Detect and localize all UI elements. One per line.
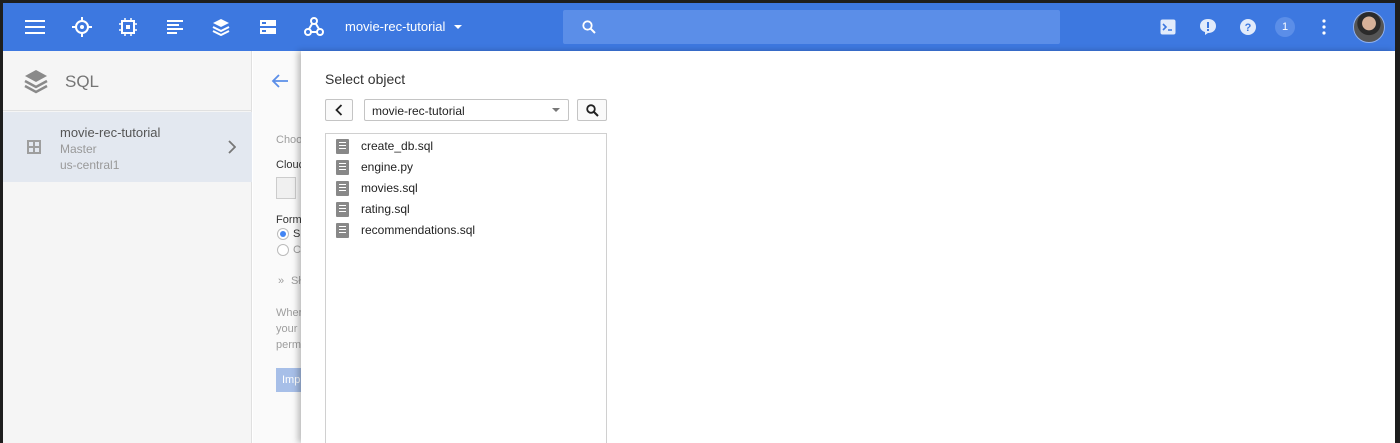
back-button[interactable] <box>325 99 353 121</box>
file-icon <box>336 223 349 238</box>
instance-icon <box>27 140 41 159</box>
arrow-back-icon[interactable] <box>271 73 289 94</box>
file-name: recommendations.sql <box>361 223 476 237</box>
chevron-down-icon[interactable] <box>454 25 462 29</box>
terminal-icon[interactable] <box>1156 15 1180 39</box>
choose-label: Choo <box>276 134 301 146</box>
show-options-label[interactable]: Sł <box>291 275 301 287</box>
sidebar: SQL movie-rec-tutorial Master us-central… <box>3 51 252 443</box>
search-input[interactable] <box>563 10 1060 44</box>
instance-region: us-central1 <box>60 158 120 172</box>
dropdown-caret-icon <box>552 108 560 112</box>
avatar[interactable] <box>1353 11 1385 43</box>
select-object-dialog: Select object movie-rec-tutorial create_… <box>301 51 1395 443</box>
help-text-line-3: perm <box>276 339 301 351</box>
help-text-line-1: Wher <box>276 307 301 319</box>
more-icon[interactable] <box>1312 15 1336 39</box>
storage-icon[interactable] <box>256 15 280 39</box>
file-icon <box>336 202 349 217</box>
file-name: rating.sql <box>361 202 410 216</box>
help-icon[interactable]: ? <box>1236 15 1260 39</box>
list-icon[interactable] <box>163 15 187 39</box>
page-content: SQL movie-rec-tutorial Master us-central… <box>3 51 1395 443</box>
find-button[interactable] <box>577 99 607 121</box>
sql-stack-icon <box>23 68 49 99</box>
format-option-csv: C <box>293 244 301 256</box>
file-icon <box>336 160 349 175</box>
bucket-select[interactable]: movie-rec-tutorial <box>364 99 569 121</box>
file-list: create_db.sql engine.py movies.sql ratin… <box>325 133 607 443</box>
format-label: Form <box>276 214 301 226</box>
show-options-chevron-icon[interactable]: » <box>278 275 284 287</box>
network-icon[interactable] <box>302 15 326 39</box>
menu-icon[interactable] <box>23 15 47 39</box>
list-item[interactable]: engine.py <box>326 157 606 178</box>
cloud-label: Clouc <box>276 159 301 171</box>
list-item[interactable]: recommendations.sql <box>326 220 606 241</box>
file-icon <box>336 139 349 154</box>
dashboard-icon[interactable] <box>70 15 94 39</box>
format-radio-csv[interactable] <box>277 244 289 256</box>
project-selector[interactable]: movie-rec-tutorial <box>345 19 445 34</box>
file-name: engine.py <box>361 160 414 174</box>
top-app-bar: movie-rec-tutorial ? 1 <box>3 3 1395 51</box>
file-name: create_db.sql <box>361 139 434 153</box>
cloud-path-input[interactable] <box>276 177 296 199</box>
format-radio-sql[interactable] <box>277 228 289 240</box>
file-name: movies.sql <box>361 181 418 195</box>
import-button[interactable]: Imp <box>276 368 301 392</box>
chevron-right-icon[interactable] <box>228 140 237 159</box>
file-icon <box>336 181 349 196</box>
instance-name: movie-rec-tutorial <box>60 125 161 140</box>
search-icon <box>577 15 601 39</box>
help-text-line-2: your <box>276 323 298 335</box>
list-item[interactable]: rating.sql <box>326 199 606 220</box>
list-item[interactable]: create_db.sql <box>326 136 606 157</box>
compute-icon[interactable] <box>116 15 140 39</box>
notifications-badge[interactable]: 1 <box>1275 17 1295 37</box>
dialog-title: Select object <box>325 71 406 87</box>
instance-role: Master <box>60 142 97 156</box>
sidebar-title: SQL <box>65 72 100 91</box>
sidebar-header: SQL <box>3 51 252 111</box>
svg-text:?: ? <box>1245 22 1252 34</box>
stack-icon[interactable] <box>209 15 233 39</box>
search-icon <box>585 103 599 117</box>
chevron-left-icon <box>335 104 343 116</box>
format-option-sql: S <box>293 228 301 240</box>
import-form-background: Choo Clouc Form S C » Sł Wher your perm … <box>253 51 301 443</box>
bucket-select-value: movie-rec-tutorial <box>372 104 465 118</box>
import-button-label: Imp <box>282 374 301 386</box>
sidebar-item-instance[interactable]: movie-rec-tutorial Master us-central1 <box>3 112 252 182</box>
alert-icon[interactable] <box>1196 15 1220 39</box>
list-item[interactable]: movies.sql <box>326 178 606 199</box>
